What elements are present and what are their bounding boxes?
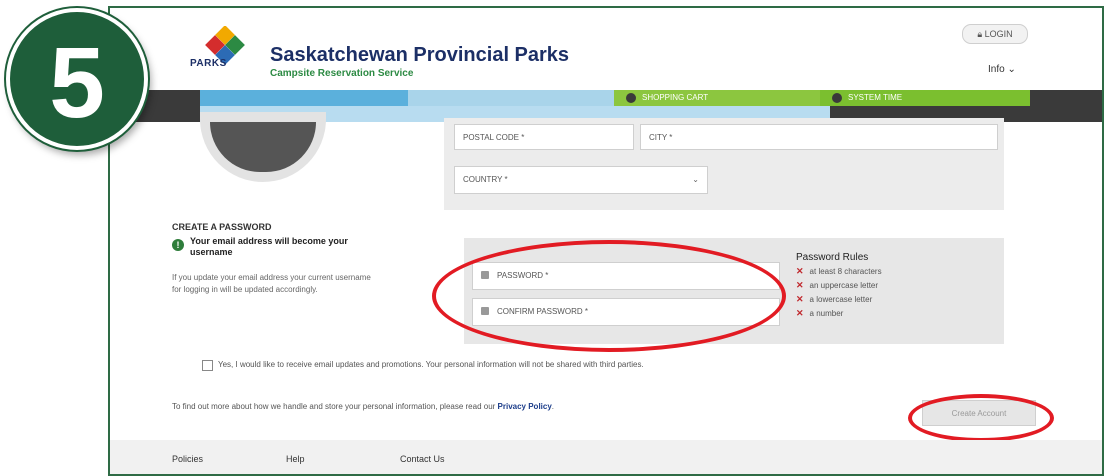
password-rule: ✕ an uppercase letter [796, 280, 878, 291]
footer [110, 440, 1102, 474]
logo-text: PARKS [190, 58, 227, 69]
login-button[interactable]: 🔒︎ LOGIN [962, 24, 1028, 44]
screenshot-frame: PARKS Saskatchewan Provincial Parks Camp… [108, 6, 1104, 476]
step-number-badge: 5 [6, 8, 148, 150]
chevron-down-icon: ⌄ [692, 175, 699, 184]
create-account-highlight-circle [908, 394, 1054, 442]
password-rule-label: a number [809, 309, 844, 318]
privacy-policy-link[interactable]: Privacy Policy [498, 402, 552, 411]
clock-icon [832, 92, 842, 103]
postal-code-field[interactable]: POSTAL CODE * [454, 124, 634, 150]
x-icon: ✕ [796, 308, 804, 318]
privacy-text-end: . [551, 402, 555, 411]
x-icon: ✕ [796, 294, 804, 304]
footer-link-help[interactable]: Help [286, 454, 305, 464]
footer-link-policies[interactable]: Policies [172, 454, 203, 464]
consent-checkbox[interactable] [202, 360, 213, 371]
shopping-cart-tab[interactable]: SHOPPING CART [614, 90, 820, 106]
x-icon: ✕ [796, 280, 804, 290]
login-label: LOGIN [984, 29, 1013, 39]
x-icon: ✕ [796, 266, 804, 276]
password-rules-title: Password Rules [796, 252, 869, 263]
city-field[interactable]: CITY * [640, 124, 998, 150]
privacy-text: To find out more about how we handle and… [172, 402, 498, 411]
username-note: Your email address will become your user… [190, 236, 348, 257]
info-icon: ! [172, 239, 184, 251]
info-menu[interactable]: Info ⌄ [988, 64, 1016, 75]
system-time-label: SYSTEM TIME [848, 93, 903, 102]
password-rule-label: at least 8 characters [809, 267, 882, 276]
password-rule-label: an uppercase letter [809, 281, 879, 290]
password-rule: ✕ a number [796, 308, 843, 319]
shopping-cart-label: SHOPPING CART [642, 93, 709, 102]
password-rule-label: a lowercase letter [809, 295, 873, 304]
country-placeholder: COUNTRY * [463, 175, 508, 184]
password-rule: ✕ at least 8 characters [796, 266, 882, 277]
cart-icon [626, 92, 636, 103]
site-title[interactable]: Saskatchewan Provincial Parks [270, 44, 569, 67]
update-note: If you update your email address your cu… [172, 273, 371, 294]
consent-label: Yes, I would like to receive email updat… [218, 360, 644, 369]
country-select[interactable]: COUNTRY * ⌄ [454, 166, 708, 194]
site-subtitle: Campsite Reservation Service [270, 68, 414, 79]
password-highlight-circle [432, 240, 786, 352]
footer-link-contact[interactable]: Contact Us [400, 454, 445, 464]
section-title: CREATE A PASSWORD [172, 222, 272, 232]
system-time-tab[interactable]: SYSTEM TIME [820, 90, 1030, 106]
lock-icon: 🔒︎ [977, 29, 985, 39]
password-rule: ✕ a lowercase letter [796, 294, 872, 305]
privacy-notice: To find out more about how we handle and… [172, 402, 554, 411]
